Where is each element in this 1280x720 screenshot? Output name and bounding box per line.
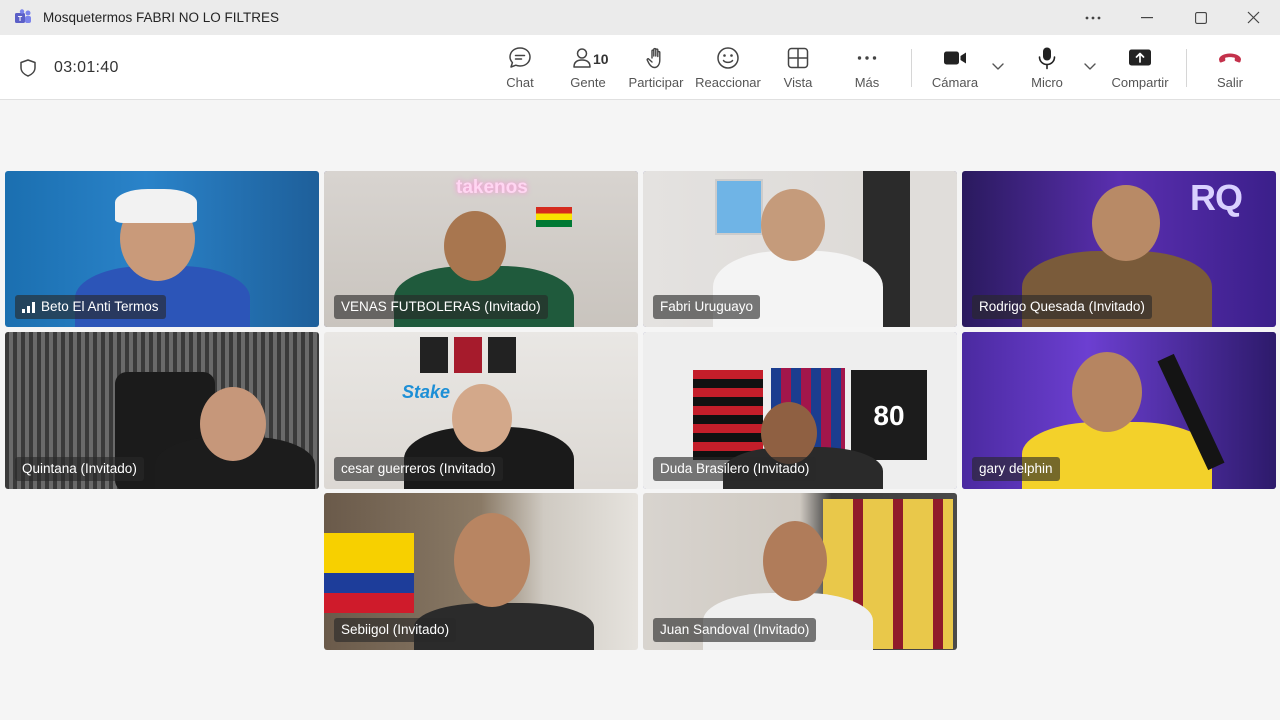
participant-tile[interactable]: Fabri Uruguayo — [643, 171, 957, 327]
raise-hand-icon — [646, 47, 661, 69]
maximize-button[interactable] — [1174, 0, 1228, 35]
participant-tile[interactable]: Stake cesar guerreros (Invitado) — [324, 332, 638, 489]
participant-tile[interactable]: Sebiigol (Invitado) — [324, 493, 638, 650]
grid-view-icon — [787, 47, 809, 69]
participant-name-tag: cesar guerreros (Invitado) — [334, 457, 503, 481]
participant-name: Fabri Uruguayo — [660, 299, 754, 314]
window-more-button[interactable] — [1066, 0, 1120, 35]
participant-name: Juan Sandoval (Invitado) — [660, 622, 810, 637]
minimize-icon — [1141, 16, 1153, 18]
people-icon — [573, 48, 591, 68]
participant-tile[interactable]: 80 Duda Brasilero (Invitado) — [643, 332, 957, 489]
people-label: Gente — [570, 75, 606, 90]
minimize-button[interactable] — [1120, 0, 1174, 35]
smiley-icon — [717, 47, 739, 69]
participant-name: VENAS FUTBOLERAS (Invitado) — [341, 299, 541, 314]
participant-name: Sebiigol (Invitado) — [341, 622, 450, 637]
flamengo-jersey — [693, 370, 763, 460]
wall-sign: takenos — [456, 177, 528, 198]
close-icon — [1247, 11, 1259, 24]
video-camera-icon — [944, 51, 966, 65]
share-button[interactable]: Compartir — [1109, 45, 1171, 93]
participant-name: cesar guerreros (Invitado) — [341, 461, 496, 476]
participant-name: Duda Brasilero (Invitado) — [660, 461, 810, 476]
react-button[interactable]: Reaccionar — [695, 45, 761, 93]
participant-name-tag: VENAS FUTBOLERAS (Invitado) — [334, 295, 548, 319]
jersey-frame — [454, 337, 482, 373]
bolivia-flag — [536, 207, 572, 227]
leave-button[interactable]: Salir — [1212, 45, 1248, 93]
share-label: Compartir — [1111, 75, 1169, 90]
jersey-frame — [715, 179, 763, 235]
camera-options-chevron-icon[interactable] — [990, 58, 1006, 74]
wall-sign: RQ — [1190, 177, 1243, 218]
participant-tile[interactable]: Beto El Anti Termos — [5, 171, 319, 327]
jersey-frame — [488, 337, 516, 373]
leave-label: Salir — [1216, 75, 1243, 90]
signal-icon — [22, 301, 35, 313]
people-count: 10 — [593, 51, 609, 67]
participant-name-tag: Rodrigo Quesada (Invitado) — [972, 295, 1152, 319]
raise-hand-label: Participar — [628, 75, 684, 90]
more-horizontal-icon — [857, 56, 877, 60]
meeting-toolbar: 03:01:40 Chat Gente 10 Participar Reacci… — [0, 35, 1280, 100]
mic-options-chevron-icon[interactable] — [1082, 58, 1098, 74]
more-button[interactable]: Más — [850, 45, 884, 93]
participant-name: Beto El Anti Termos — [41, 299, 159, 314]
meeting-timer: 03:01:40 — [54, 59, 119, 76]
maximize-icon — [1195, 11, 1207, 24]
participant-tile[interactable]: Juan Sandoval (Invitado) — [643, 493, 957, 650]
chat-label: Chat — [506, 75, 534, 90]
participant-tile[interactable]: takenos VENAS FUTBOLERAS (Invitado) — [324, 171, 638, 327]
jersey-frame — [420, 337, 448, 373]
participant-name-tag: Juan Sandoval (Invitado) — [653, 618, 817, 642]
more-label: Más — [854, 75, 880, 90]
toolbar-divider — [1186, 49, 1187, 87]
title-bar: T Mosquetermos FABRI NO LO FILTRES — [0, 0, 1280, 35]
raise-hand-button[interactable]: Participar — [627, 45, 685, 93]
more-horizontal-icon — [1085, 16, 1101, 19]
participant-tile[interactable]: RQ Rodrigo Quesada (Invitado) — [962, 171, 1276, 327]
participant-name-tag: Quintana (Invitado) — [15, 457, 144, 481]
toolbar-divider — [911, 49, 912, 87]
svg-text:T: T — [18, 16, 23, 23]
chat-button[interactable]: Chat — [503, 45, 537, 93]
mic-label: Micro — [1031, 75, 1063, 90]
window-title: Mosquetermos FABRI NO LO FILTRES — [43, 10, 280, 25]
close-button[interactable] — [1226, 0, 1280, 35]
participant-name: Quintana (Invitado) — [22, 461, 137, 476]
participant-tile[interactable]: gary delphin — [962, 332, 1276, 489]
participant-name: Rodrigo Quesada (Invitado) — [979, 299, 1145, 314]
participant-name-tag: Duda Brasilero (Invitado) — [653, 457, 817, 481]
view-button[interactable]: Vista — [780, 45, 816, 93]
share-screen-icon — [1129, 49, 1151, 66]
wall-sign: Stake — [402, 382, 451, 402]
participant-name-tag: gary delphin — [972, 457, 1060, 481]
teams-logo-icon: T — [15, 9, 31, 23]
participant-tile[interactable]: Quintana (Invitado) — [5, 332, 319, 489]
microphone-icon — [1038, 47, 1056, 70]
chat-icon — [509, 47, 531, 68]
participant-name-tag: Fabri Uruguayo — [653, 295, 761, 319]
camera-label: Cámara — [931, 75, 979, 90]
ecuador-flag — [324, 533, 414, 613]
react-label: Reaccionar — [695, 75, 761, 90]
camera-button[interactable]: Cámara — [929, 45, 981, 93]
shield-icon[interactable] — [18, 58, 38, 78]
view-label: Vista — [783, 75, 813, 90]
participant-name-tag: Beto El Anti Termos — [15, 295, 166, 319]
participant-name: gary delphin — [979, 461, 1053, 476]
participant-name-tag: Sebiigol (Invitado) — [334, 618, 457, 642]
jersey-80: 80 — [851, 370, 927, 460]
hang-up-phone-icon — [1219, 53, 1241, 63]
mic-button[interactable]: Micro — [1027, 45, 1067, 93]
